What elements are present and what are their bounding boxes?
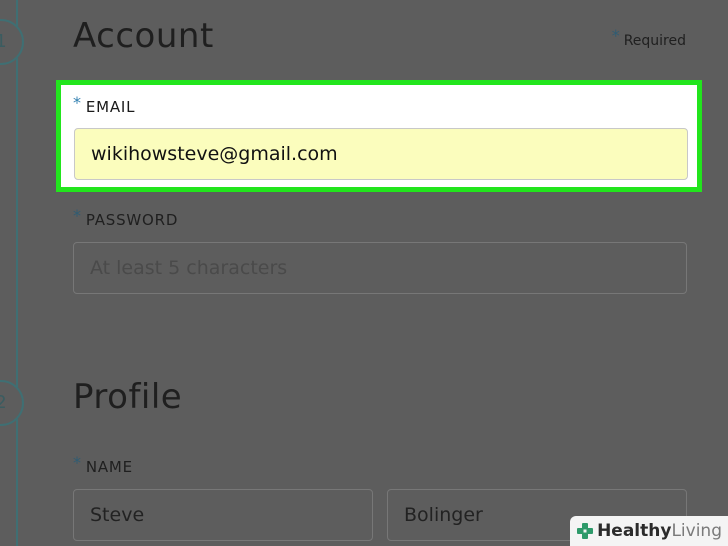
name-label: * NAME [73,453,133,476]
watermark-light-text: Living [671,521,722,541]
name-required-asterisk: * [73,453,82,472]
password-required-asterisk: * [73,206,82,225]
email-input[interactable] [74,128,688,180]
watermark-strong-text: Healthy [597,521,672,541]
signup-form-page: 1 2 Account *Required *EMAIL *PASSWORD P… [0,0,728,546]
step-indicator-2: 2 [0,380,24,426]
healthy-living-watermark: Healthy Living [570,516,728,546]
required-note-text: Required [623,33,686,49]
required-asterisk: * [611,26,620,45]
step-indicator-1: 1 [0,19,24,65]
email-label: * EMAIL [73,93,135,116]
name-label-text: NAME [85,458,133,476]
password-label-text: PASSWORD [85,211,179,229]
section-title-profile: Profile [73,377,183,417]
section-title-account: Account [73,16,214,56]
email-required-asterisk: * [73,93,82,112]
password-label: * PASSWORD [73,206,178,229]
step-timeline-line [16,0,18,546]
plus-cross-icon [577,523,594,539]
email-label-text: EMAIL [85,98,136,116]
email-field-highlight: * EMAIL [56,80,702,192]
required-note: * Required [612,26,686,49]
first-name-input[interactable] [73,489,373,541]
password-input[interactable] [73,242,687,294]
